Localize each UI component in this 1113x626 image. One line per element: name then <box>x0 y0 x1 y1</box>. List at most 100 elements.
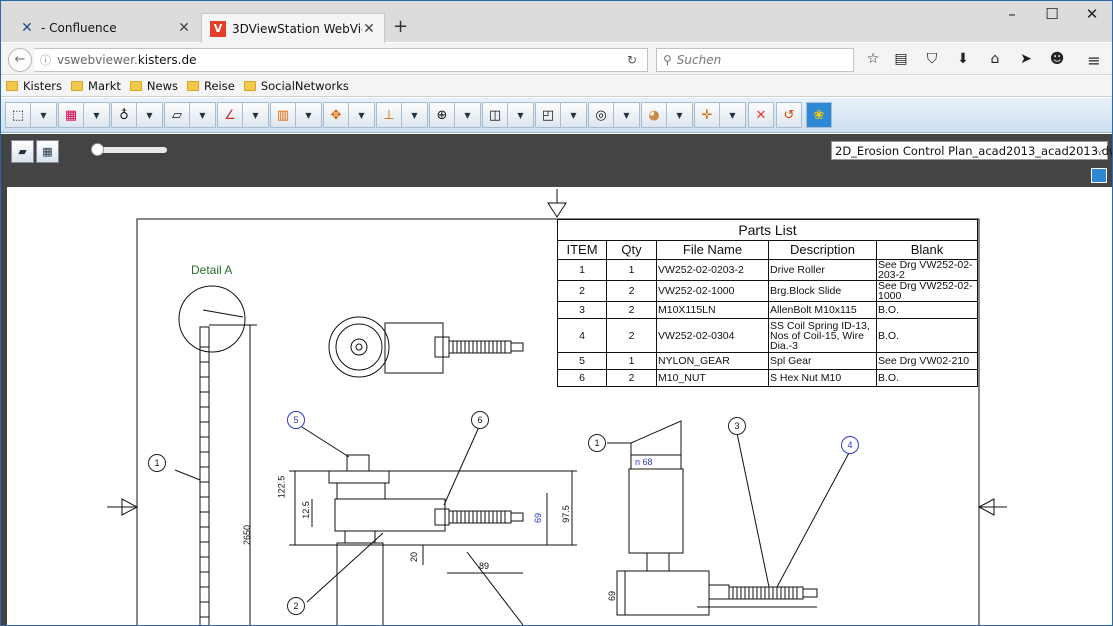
bookmark-socialnetworks[interactable]: SocialNetworks <box>243 79 349 93</box>
header-file-name: File Name <box>656 240 769 260</box>
home-icon[interactable]: ⌂ <box>986 51 1004 67</box>
download-icon[interactable]: ⬇ <box>954 51 972 67</box>
section-icon[interactable]: ▥ <box>270 102 296 128</box>
dropdown-arrow-icon[interactable]: ▼ <box>402 102 428 128</box>
cell-item: 1 <box>557 259 607 281</box>
bookmark-markt[interactable]: Markt <box>71 79 121 93</box>
close-tab-icon[interactable]: ✕ <box>177 20 191 36</box>
back-button[interactable]: ← <box>8 48 32 72</box>
dropdown-arrow-icon[interactable]: ▼ <box>190 102 216 128</box>
bookmark-kisters[interactable]: Kisters <box>6 79 62 93</box>
axes-icon[interactable]: ⊥ <box>376 102 402 128</box>
wireframe-icon[interactable]: ◰ <box>535 102 561 128</box>
detail-a-label: Detail A <box>191 263 233 277</box>
dropdown-arrow-icon[interactable]: ▼ <box>137 102 163 128</box>
angle-icon[interactable]: ∠ <box>217 102 243 128</box>
smiley-icon[interactable]: ☻ <box>1048 51 1066 67</box>
cell-file-name: NYLON_GEAR <box>656 352 769 370</box>
dropdown-arrow-icon[interactable]: ▼ <box>84 102 110 128</box>
star-icon[interactable]: ☆ <box>864 51 882 67</box>
slide-block <box>334 498 446 532</box>
chain-body <box>199 326 210 625</box>
file-select[interactable]: 2D_Erosion Control Plan_acad2013_acad201… <box>831 141 1112 160</box>
tab-title: - Confluence <box>41 21 117 35</box>
tab-viewstation[interactable]: V 3DViewStation WebViewer... ✕ <box>201 13 385 43</box>
search-input[interactable]: ⚲ Suchen <box>656 48 854 72</box>
close-window-button[interactable]: ✕ <box>1072 5 1112 27</box>
dimension-20: 20 <box>409 551 420 563</box>
bookmark-reise[interactable]: Reise <box>187 79 235 93</box>
dropdown-arrow-icon[interactable]: ▼ <box>667 102 693 128</box>
zoom-slider[interactable] <box>91 143 167 156</box>
reload-icon[interactable]: ↻ <box>627 53 637 67</box>
cell-item: 2 <box>557 280 607 302</box>
move-icon[interactable]: ✛ <box>694 102 720 128</box>
address-bar[interactable]: ⓘ vswebviewer. kisters.de ↻ <box>34 48 648 72</box>
folder-icon <box>129 81 142 91</box>
tab-strip: ✕ - Confluence ✕ V 3DViewStation WebView… <box>1 1 1112 43</box>
menu-icon[interactable]: ≡ <box>1085 51 1103 70</box>
dropdown-arrow-icon[interactable]: ▼ <box>31 102 57 128</box>
url-plain: vswebviewer. <box>57 53 138 67</box>
dimension-n68: n 68 <box>635 457 653 467</box>
slider-knob[interactable] <box>91 143 104 156</box>
cell-item: 5 <box>557 352 607 370</box>
cell-file-name: M10_NUT <box>656 369 769 387</box>
tab-confluence[interactable]: ✕ - Confluence ✕ <box>11 14 199 42</box>
select-icon[interactable]: ⬚ <box>5 102 31 128</box>
reset-icon[interactable]: ↺ <box>776 102 802 128</box>
bookmark-label: Markt <box>88 79 121 93</box>
cell-file-name: VW252-02-0304 <box>656 318 769 353</box>
gear-housing <box>384 322 444 374</box>
dimension-69-blue: 69 <box>533 512 544 524</box>
open-file-icon[interactable]: ▰ <box>11 140 34 163</box>
dropdown-arrow-icon[interactable]: ▼ <box>614 102 640 128</box>
bulb-icon[interactable]: ♁ <box>111 102 137 128</box>
header-qty: Qty <box>606 240 657 260</box>
cell-description: Brg.Block Slide <box>768 280 877 302</box>
tool-select-group: ⬚ ▼ <box>5 102 57 128</box>
dropdown-arrow-icon[interactable]: ▼ <box>349 102 375 128</box>
reader-icon[interactable]: ▤ <box>892 51 910 67</box>
cell-blank: See Drg VW252-02-1000 <box>876 280 978 302</box>
dimension-89: 89 <box>479 561 490 571</box>
header-description: Description <box>768 240 877 260</box>
pocket-icon[interactable]: ⛉ <box>923 51 941 67</box>
cancel-icon[interactable]: ✕ <box>748 102 774 128</box>
tool-measure-group: ◎ ▼ <box>588 102 640 128</box>
center-icon[interactable]: ✥ <box>323 102 349 128</box>
dropdown-arrow-icon[interactable]: ▼ <box>243 102 269 128</box>
sheets-icon[interactable]: ▱ <box>164 102 190 128</box>
browser-window: ✕ - Confluence ✕ V 3DViewStation WebView… <box>0 0 1113 626</box>
color-icon[interactable]: ◕ <box>641 102 667 128</box>
panel-toggle-icon[interactable] <box>1091 168 1107 183</box>
measure-icon[interactable]: ◎ <box>588 102 614 128</box>
grid-view-icon[interactable]: ▦ <box>36 140 59 163</box>
tool-section-group: ▥ ▼ <box>270 102 322 128</box>
logo-icon[interactable]: ❀ <box>806 102 832 128</box>
close-tab-icon[interactable]: ✕ <box>362 21 376 37</box>
dropdown-arrow-icon[interactable]: ▼ <box>296 102 322 128</box>
balloon-6: 6 <box>471 411 489 429</box>
bookmark-news[interactable]: News <box>129 79 178 93</box>
cell-blank: See Drg VW02-210 <box>876 352 978 370</box>
cell-qty: 2 <box>606 318 657 353</box>
viewstation-icon: V <box>210 20 226 37</box>
dropdown-arrow-icon[interactable]: ▼ <box>508 102 534 128</box>
spring-mid <box>448 510 512 524</box>
tool-angle-group: ∠ ▼ <box>217 102 269 128</box>
layers-icon[interactable]: ▦ <box>58 102 84 128</box>
gear-wheel <box>328 316 390 378</box>
drawing-canvas[interactable]: Detail A Parts List ITEM Qty File Name D… <box>7 187 1112 625</box>
tool-layers-group: ▦ ▼ <box>58 102 110 128</box>
new-tab-button[interactable]: + <box>393 16 408 37</box>
maximize-button[interactable]: ☐ <box>1032 5 1072 27</box>
zoom-icon[interactable]: ⊕ <box>429 102 455 128</box>
minimize-button[interactable]: – <box>992 5 1032 27</box>
dropdown-arrow-icon[interactable]: ▼ <box>455 102 481 128</box>
balloon-1-right: 1 <box>588 434 606 452</box>
dropdown-arrow-icon[interactable]: ▼ <box>561 102 587 128</box>
dropdown-arrow-icon[interactable]: ▼ <box>720 102 746 128</box>
send-icon[interactable]: ➤ <box>1017 51 1035 67</box>
box-icon[interactable]: ◫ <box>482 102 508 128</box>
